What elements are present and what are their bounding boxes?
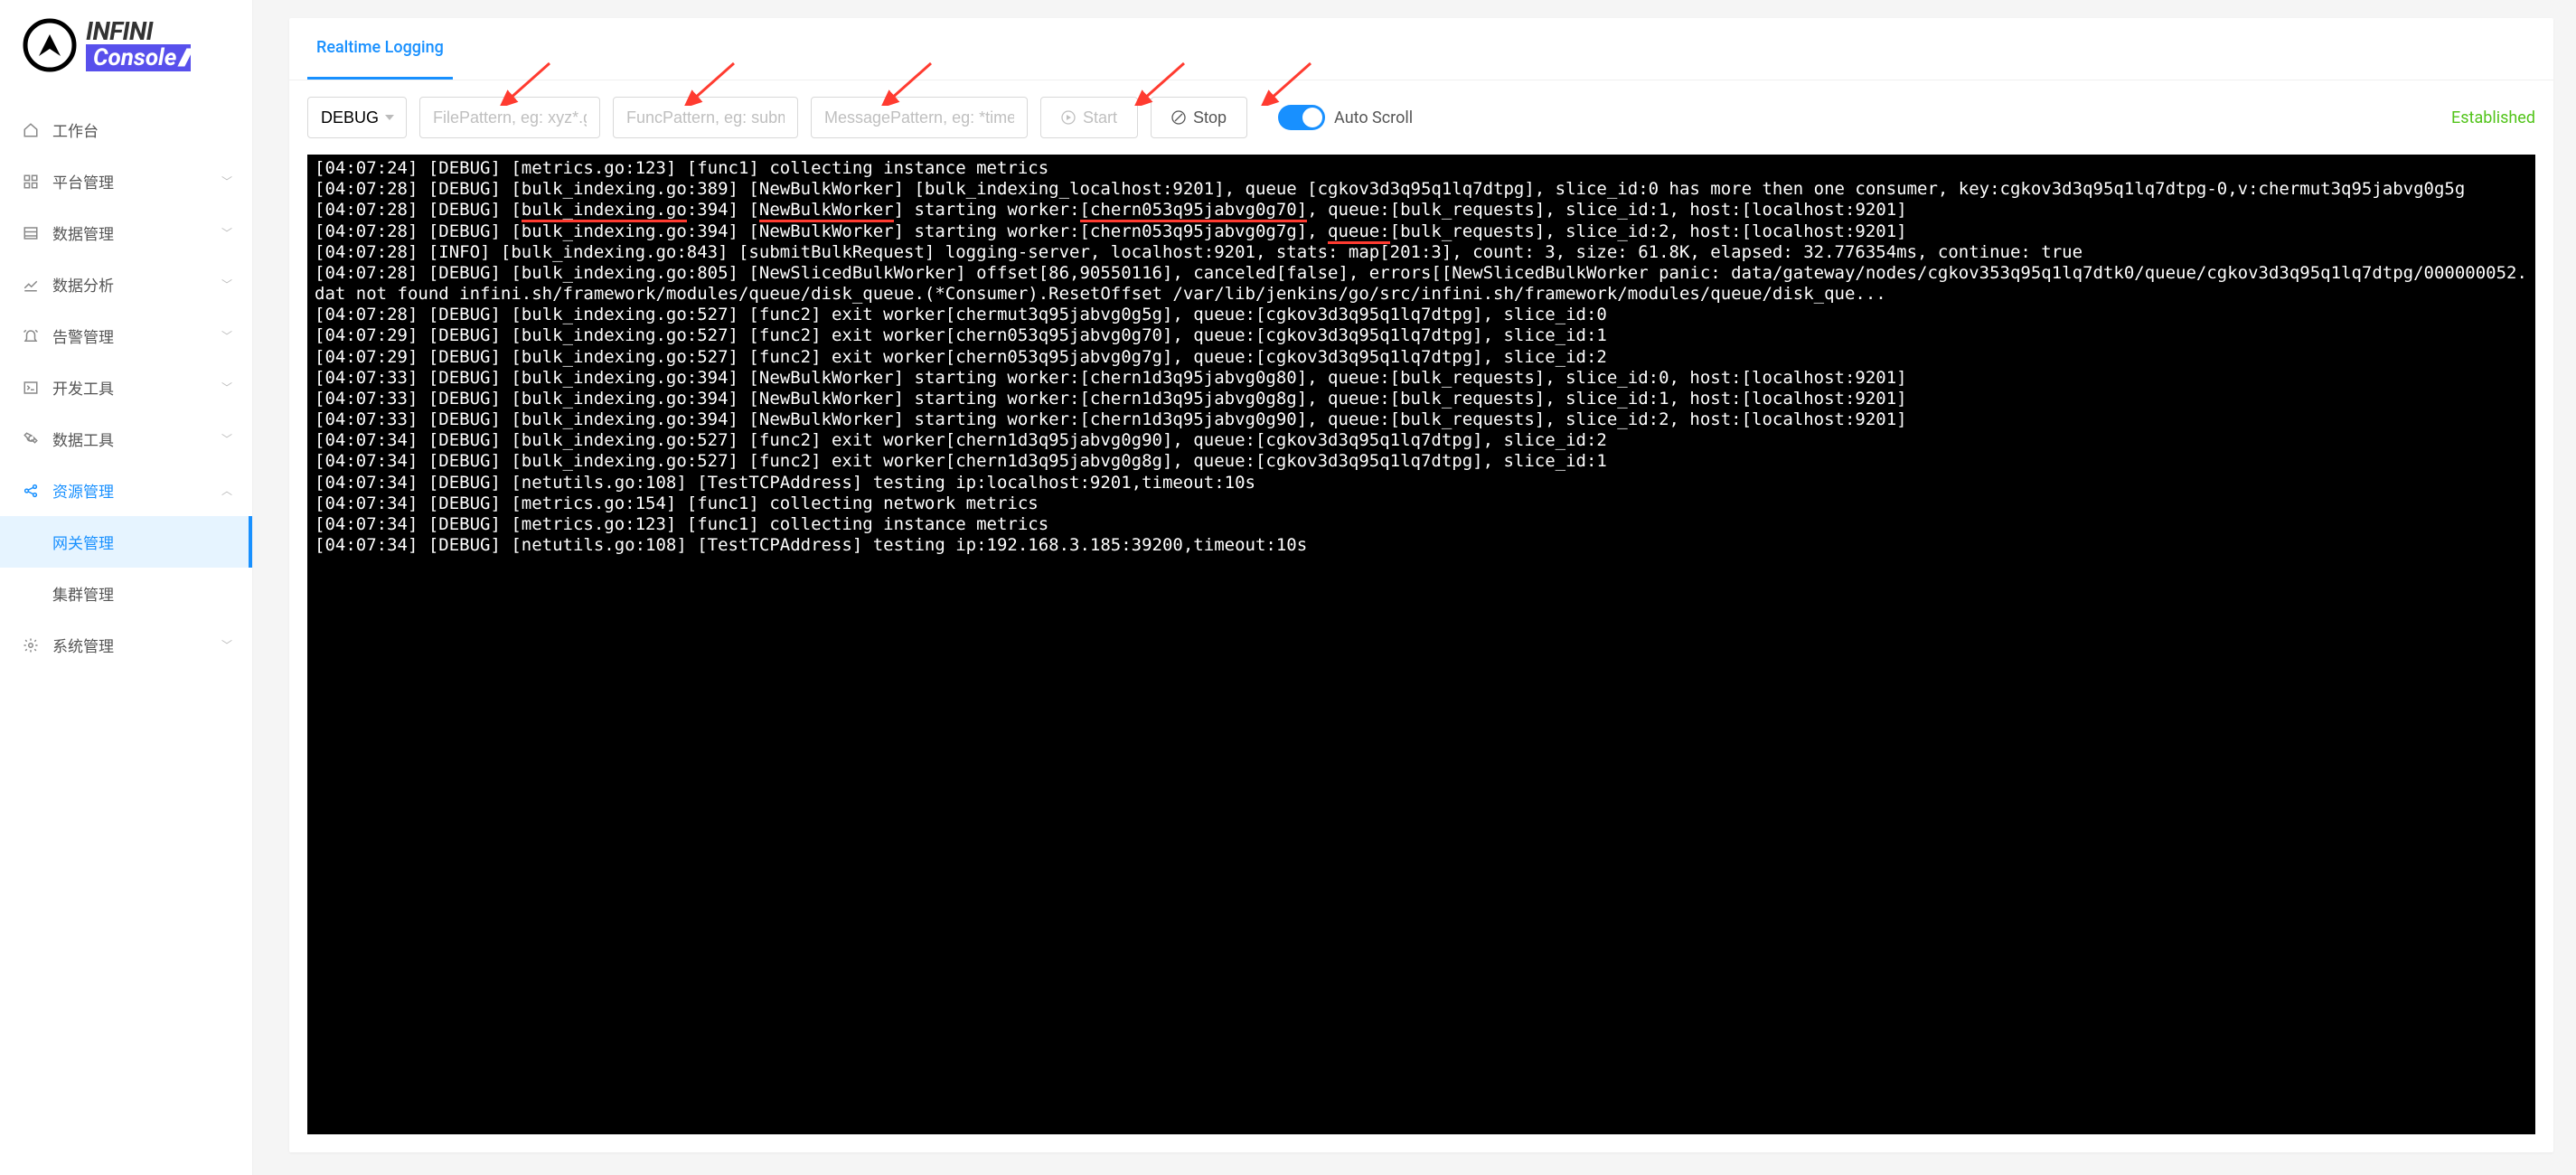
- brand-logo-icon: [23, 18, 77, 72]
- log-line: [04:07:28] [INFO] [bulk_indexing.go:843]…: [315, 242, 2528, 263]
- sidebar-item-4[interactable]: 告警管理 ﹀: [0, 310, 252, 362]
- log-line: [04:07:33] [DEBUG] [bulk_indexing.go:394…: [315, 389, 2528, 409]
- log-line: [04:07:28] [DEBUG] [bulk_indexing.go:805…: [315, 263, 2528, 305]
- log-level-select[interactable]: DEBUG: [307, 97, 407, 138]
- sidebar-item-label: 资源管理: [52, 479, 114, 502]
- chevron-down-icon: ﹀: [221, 225, 232, 240]
- log-line: [04:07:34] [DEBUG] [bulk_indexing.go:527…: [315, 430, 2528, 451]
- sidebar-item-7[interactable]: 资源管理 ︿: [0, 465, 252, 516]
- content-card: Realtime Logging DEBUG: [289, 18, 2553, 1152]
- chevron-down-icon: ﹀: [221, 637, 232, 653]
- log-line: [04:07:33] [DEBUG] [bulk_indexing.go:394…: [315, 409, 2528, 430]
- tab-realtime-logging[interactable]: Realtime Logging: [307, 18, 453, 80]
- sidebar-item-label: 开发工具: [52, 376, 114, 399]
- func-pattern-input[interactable]: [613, 97, 798, 138]
- chart-icon: [22, 277, 40, 293]
- toolbar: DEBUG Start Stop Auto Scroll: [289, 80, 2553, 155]
- chevron-up-icon: ︿: [221, 483, 232, 498]
- start-label: Start: [1083, 108, 1117, 127]
- sidebar-subitem-7-0[interactable]: 网关管理: [0, 516, 252, 568]
- brand-logo: INFINI Console////: [0, 0, 252, 95]
- grid-icon: [22, 174, 40, 190]
- sidebar-item-label: 平台管理: [52, 170, 114, 193]
- log-line: [04:07:29] [DEBUG] [bulk_indexing.go:527…: [315, 347, 2528, 368]
- sidebar-item-0[interactable]: 工作台: [0, 104, 252, 155]
- log-line: [04:07:28] [DEBUG] [bulk_indexing.go:394…: [315, 200, 2528, 221]
- alert-icon: [22, 328, 40, 344]
- sidebar: INFINI Console//// 工作台平台管理﹀数据管理﹀数据分析﹀告警管…: [0, 0, 253, 1175]
- log-line: [04:07:34] [DEBUG] [bulk_indexing.go:527…: [315, 451, 2528, 472]
- list-icon: [22, 225, 40, 241]
- gear-icon: [22, 637, 40, 653]
- sidebar-item-label: 数据分析: [52, 273, 114, 296]
- wrench-icon: [22, 431, 40, 447]
- sidebar-item-1[interactable]: 平台管理 ﹀: [0, 155, 252, 207]
- chevron-down-icon: ﹀: [221, 277, 232, 292]
- start-button[interactable]: Start: [1040, 97, 1138, 138]
- sidebar-item-label: 数据工具: [52, 428, 114, 450]
- stop-icon: [1171, 110, 1186, 125]
- brand-text-2: Console////: [86, 44, 191, 71]
- tabs: Realtime Logging: [289, 18, 2553, 80]
- share-icon: [22, 483, 40, 499]
- play-icon: [1061, 110, 1076, 125]
- sidebar-item-6[interactable]: 数据工具 ﹀: [0, 413, 252, 465]
- sidebar-item-8[interactable]: 系统管理 ﹀: [0, 619, 252, 671]
- log-line: [04:07:28] [DEBUG] [bulk_indexing.go:527…: [315, 305, 2528, 325]
- sidebar-item-label: 工作台: [52, 118, 99, 141]
- sidebar-item-5[interactable]: 开发工具 ﹀: [0, 362, 252, 413]
- chevron-down-icon: ﹀: [221, 174, 232, 189]
- log-line: [04:07:24] [DEBUG] [metrics.go:123] [fun…: [315, 158, 2528, 179]
- auto-scroll-toggle[interactable]: [1278, 105, 1325, 130]
- sidebar-subitem-7-1[interactable]: 集群管理: [0, 568, 252, 619]
- auto-scroll-label: Auto Scroll: [1334, 108, 1413, 127]
- home-icon: [22, 122, 40, 138]
- sidebar-item-label: 系统管理: [52, 634, 114, 656]
- chevron-down-icon: ﹀: [221, 431, 232, 446]
- log-line: [04:07:29] [DEBUG] [bulk_indexing.go:527…: [315, 325, 2528, 346]
- main: Realtime Logging DEBUG: [253, 0, 2576, 1175]
- message-pattern-input[interactable]: [811, 97, 1028, 138]
- log-line: [04:07:34] [DEBUG] [metrics.go:123] [fun…: [315, 514, 2528, 535]
- log-line: [04:07:34] [DEBUG] [metrics.go:154] [fun…: [315, 494, 2528, 514]
- log-output[interactable]: [04:07:24] [DEBUG] [metrics.go:123] [fun…: [307, 155, 2535, 1134]
- sidebar-item-label: 告警管理: [52, 324, 114, 347]
- chevron-down-icon: ﹀: [221, 380, 232, 395]
- log-line: [04:07:28] [DEBUG] [bulk_indexing.go:394…: [315, 221, 2528, 242]
- sidebar-item-3[interactable]: 数据分析 ﹀: [0, 258, 252, 310]
- sidebar-item-2[interactable]: 数据管理 ﹀: [0, 207, 252, 258]
- stop-button[interactable]: Stop: [1151, 97, 1247, 138]
- chevron-down-icon: ﹀: [221, 328, 232, 343]
- terminal-icon: [22, 380, 40, 396]
- log-line: [04:07:34] [DEBUG] [netutils.go:108] [Te…: [315, 473, 2528, 494]
- stop-label: Stop: [1193, 108, 1227, 127]
- log-line: [04:07:33] [DEBUG] [bulk_indexing.go:394…: [315, 368, 2528, 389]
- log-line: [04:07:34] [DEBUG] [netutils.go:108] [Te…: [315, 535, 2528, 556]
- connection-status: Established: [2451, 108, 2535, 127]
- file-pattern-input[interactable]: [419, 97, 600, 138]
- sidebar-item-label: 数据管理: [52, 221, 114, 244]
- brand-text-1: INFINI: [86, 19, 191, 44]
- log-line: [04:07:28] [DEBUG] [bulk_indexing.go:389…: [315, 179, 2528, 200]
- nav-menu: 工作台平台管理 ﹀ 数据管理 ﹀ 数据分析 ﹀ 告警管理 ﹀ 开发工具 ﹀ 数据工具 ﹀ 资源管理 ︿ 网关…: [0, 95, 252, 1175]
